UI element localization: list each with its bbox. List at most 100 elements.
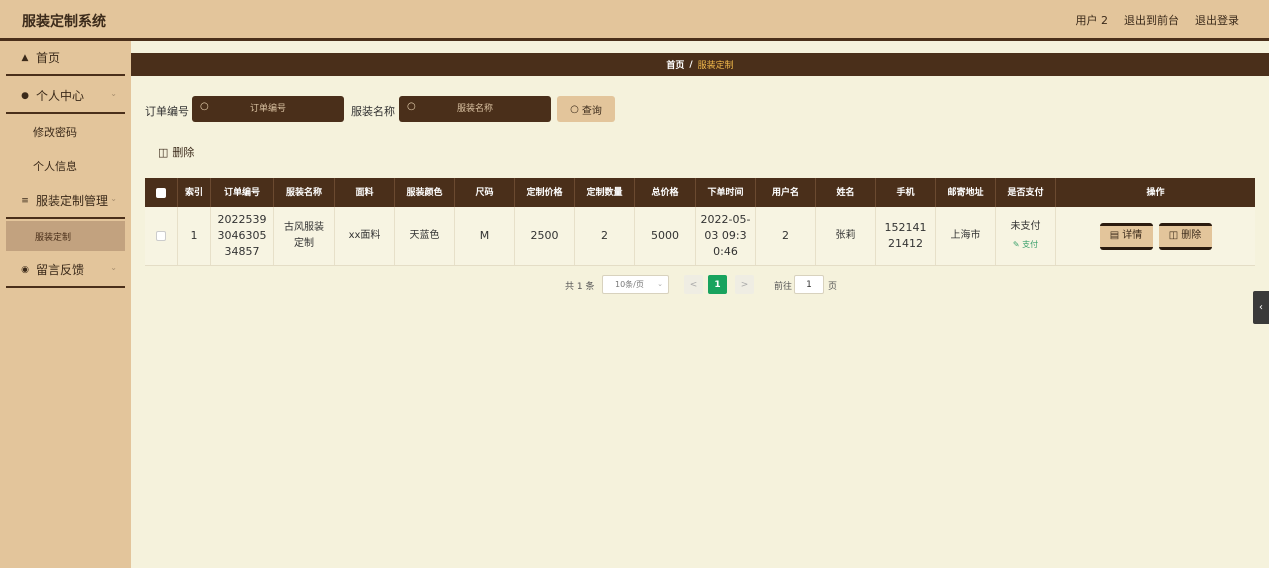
detail-button-label: 详情 <box>1122 230 1143 241</box>
search-icon: ○ <box>407 101 416 112</box>
cell-quantity: 2 <box>575 207 635 265</box>
row-checkbox[interactable] <box>156 231 166 241</box>
home-icon: ▲ <box>21 52 29 63</box>
pay-link[interactable]: ✎ 支付 <box>1013 237 1038 253</box>
query-button[interactable]: ○ 查询 <box>557 96 615 122</box>
column-header: 索引 <box>178 178 211 207</box>
cell-address: 上海市 <box>936 207 996 265</box>
sidebar-item-personal[interactable]: ● 个人中心 ⌄ <box>6 79 125 112</box>
menu-divider <box>6 217 125 219</box>
breadcrumb-home[interactable]: 首页 <box>666 58 684 71</box>
trash-icon: ◫ <box>158 145 169 159</box>
column-header: 服装名称 <box>274 178 335 207</box>
pagination-total: 共 1 条 <box>565 282 595 292</box>
column-header: 用户名 <box>756 178 816 207</box>
cell-total: 5000 <box>635 207 696 265</box>
batch-delete-label: 删除 <box>172 146 195 159</box>
logout-link[interactable]: 退出登录 <box>1195 12 1239 28</box>
breadcrumb-current: 服装定制 <box>697 61 734 71</box>
order-no-field[interactable]: ○ <box>192 96 344 122</box>
row-select-cell <box>145 207 178 265</box>
clothing-name-field[interactable]: ○ <box>399 96 551 122</box>
trash-icon: ◫ <box>1168 230 1179 241</box>
chevron-down-icon: ⌄ <box>110 89 117 98</box>
breadcrumb-separator: / <box>689 59 693 70</box>
column-header: 面料 <box>335 178 395 207</box>
sidebar-item-personal-info[interactable]: 个人信息 <box>6 151 125 181</box>
page-size-value: 10条/页 <box>615 280 644 289</box>
goto-page-input[interactable] <box>794 275 824 294</box>
cell-clothing-name: 古风服装定制 <box>274 207 335 265</box>
order-no-label: 订单编号 <box>145 105 189 118</box>
cell-username: 2 <box>756 207 816 265</box>
chevron-down-icon: ⌄ <box>110 263 117 272</box>
column-header: 是否支付 <box>996 178 1056 207</box>
app-title: 服装定制系统 <box>22 14 106 30</box>
detail-button[interactable]: ▤ 详情 <box>1099 222 1153 250</box>
sidebar-item-label: 服装定制管理 <box>36 194 109 208</box>
cell-realname: 张莉 <box>816 207 876 265</box>
chevron-left-icon: ‹ <box>1259 302 1263 313</box>
document-icon: ▤ <box>1109 230 1120 241</box>
cell-paid: 未支付 ✎ 支付 <box>996 207 1056 265</box>
sidebar-item-label: 留言反馈 <box>36 263 85 277</box>
cell-size: M <box>455 207 515 265</box>
cell-order-no: 2022539304630534857 <box>211 207 274 265</box>
cell-fabric: xx面料 <box>335 207 395 265</box>
column-header: 服装颜色 <box>395 178 455 207</box>
chevron-right-icon: > <box>740 279 749 290</box>
column-header: 下单时间 <box>696 178 756 207</box>
sidebar-item-label: 首页 <box>36 51 61 65</box>
top-links: 用户 2 退出到前台 退出登录 <box>1076 12 1240 28</box>
select-all-checkbox[interactable] <box>156 187 166 198</box>
sidebar-item-label: 个人中心 <box>36 89 85 103</box>
back-to-front-link[interactable]: 退出到前台 <box>1124 12 1179 28</box>
column-header: 姓名 <box>816 178 876 207</box>
cell-price: 2500 <box>515 207 575 265</box>
user-icon: ● <box>21 90 29 101</box>
goto-suffix: 页 <box>828 282 838 292</box>
select-all-cell <box>145 178 178 207</box>
sidebar: ▲ 首页 ● 个人中心 ⌄ 修改密码 个人信息 ≡ 服装定制管理 ⌄ 服装定制 … <box>0 41 131 568</box>
page-number-current[interactable]: 1 <box>708 275 727 294</box>
top-bar: 服装定制系统 用户 2 退出到前台 退出登录 <box>0 0 1269 38</box>
chevron-down-icon: ⌄ <box>110 194 117 203</box>
chevron-down-icon: ⌄ <box>657 280 663 288</box>
search-icon: ○ <box>200 101 209 112</box>
pay-link-label: 支付 <box>1022 240 1039 249</box>
sidebar-item-feedback[interactable]: ◉ 留言反馈 ⌄ <box>6 253 125 286</box>
cell-phone: 15214121412 <box>876 207 936 265</box>
column-header: 定制价格 <box>515 178 575 207</box>
breadcrumb: 首页 / 服装定制 <box>131 53 1269 76</box>
sidebar-item-change-password[interactable]: 修改密码 <box>6 117 125 147</box>
table-header: 索引 订单编号 服装名称 面料 服装颜色 尺码 定制价格 定制数量 总价格 下单… <box>145 178 1255 207</box>
page-size-select[interactable]: 10条/页 ⌄ <box>602 275 669 294</box>
sidebar-item-home[interactable]: ▲ 首页 <box>6 41 125 74</box>
column-header: 订单编号 <box>211 178 274 207</box>
cell-order-time: 2022-05-03 09:30:46 <box>696 207 756 265</box>
sidebar-item-custom[interactable]: 服装定制 <box>6 221 125 251</box>
menu-divider <box>6 286 125 288</box>
cell-index: 1 <box>178 207 211 265</box>
order-no-input[interactable] <box>192 96 344 122</box>
clothing-name-input[interactable] <box>399 96 551 122</box>
location-pin-icon: ◉ <box>21 264 29 275</box>
menu-divider <box>6 74 125 76</box>
delete-button-label: 删除 <box>1181 230 1202 241</box>
sidebar-item-custom-mgmt[interactable]: ≡ 服装定制管理 ⌄ <box>6 184 125 217</box>
column-header: 邮寄地址 <box>936 178 996 207</box>
goto-prefix: 前往 <box>774 282 793 292</box>
cell-color: 天蓝色 <box>395 207 455 265</box>
column-header: 总价格 <box>635 178 696 207</box>
content-top-strip <box>131 41 1269 53</box>
delete-button[interactable]: ◫ 删除 <box>1158 222 1212 250</box>
batch-delete-button[interactable]: ◫ 删除 <box>158 144 194 160</box>
sliders-icon: ≡ <box>21 195 29 206</box>
next-page-button[interactable]: > <box>735 275 754 294</box>
prev-page-button[interactable]: < <box>684 275 703 294</box>
current-user[interactable]: 用户 2 <box>1076 12 1109 28</box>
search-icon: ○ <box>570 103 579 115</box>
column-header: 定制数量 <box>575 178 635 207</box>
side-drawer-toggle[interactable]: ‹ <box>1253 291 1269 324</box>
table-row: 1 2022539304630534857 古风服装定制 xx面料 天蓝色 M … <box>145 207 1255 266</box>
